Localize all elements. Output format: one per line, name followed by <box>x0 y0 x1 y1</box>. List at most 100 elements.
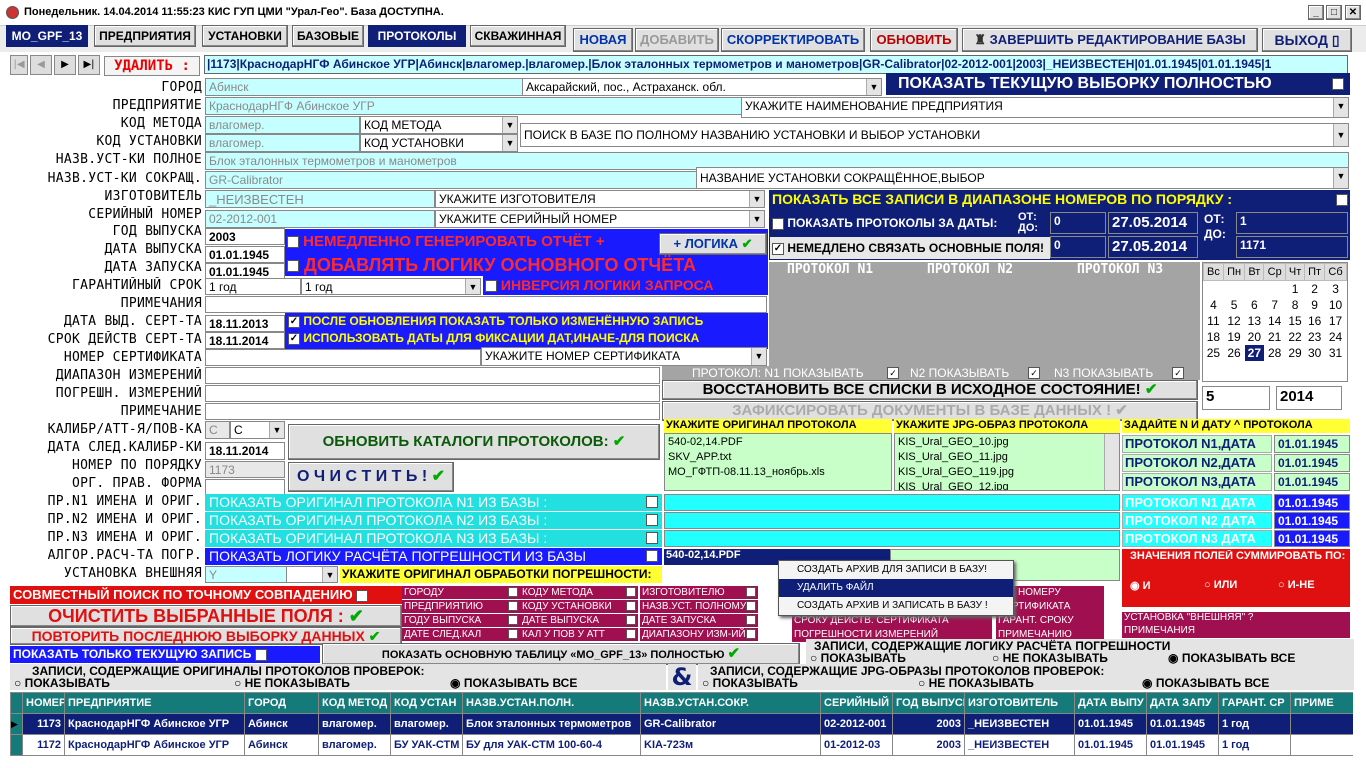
add-logic-option[interactable]: ДОБАВЛЯТЬ ЛОГИКУ ОСНОВНОГО ОТЧЁТА <box>287 255 757 277</box>
org-form-field[interactable] <box>205 479 285 495</box>
record-to-field[interactable]: 1171 <box>1236 236 1348 258</box>
filter-option[interactable]: СРОКУ ДЕЙСТВ. СЕРТИФИКАТА <box>792 614 992 628</box>
sum-and-not-option[interactable]: ○ И-НЕ <box>1278 579 1348 593</box>
jpg-all-option[interactable]: ◉ ПОКАЗЫВАТЬ ВСЕ <box>1142 676 1269 690</box>
show-logic-checkbox[interactable] <box>646 550 658 562</box>
order-no-field[interactable]: 1173 <box>205 461 285 478</box>
table-cell[interactable]: 1 год <box>1218 734 1291 756</box>
protocol-date-field[interactable]: 01.01.1945 <box>1274 435 1350 453</box>
nav-prev-button[interactable]: ◀ <box>30 55 52 75</box>
calendar-day[interactable]: 28 <box>1264 345 1286 361</box>
logic-hide-option[interactable]: ○ НЕ ПОКАЗЫВАТЬ <box>992 651 1108 665</box>
close-button[interactable]: ✕ <box>1345 5 1361 20</box>
table-cell[interactable]: КраснодарНГФ Абинское УГР <box>64 713 245 735</box>
calib-field[interactable]: С <box>205 421 230 439</box>
calendar-day[interactable]: 11 <box>1204 313 1224 329</box>
calendar-day[interactable]: 1 <box>1285 281 1304 297</box>
cert-number-field[interactable] <box>205 349 481 366</box>
calendar-day[interactable] <box>1204 281 1224 297</box>
maker-combo[interactable]: УКАЖИТЕ ИЗГОТОВИТЕЛЯ ▼ <box>435 190 765 208</box>
note2-field[interactable] <box>205 403 660 420</box>
row-selector[interactable]: ▶ <box>10 713 23 735</box>
table-cell[interactable]: КраснодарНГФ Абинское УГР <box>64 734 245 756</box>
tab-installations[interactable]: УСТАНОВКИ <box>202 25 288 47</box>
jpg-hide-option[interactable]: ○ НЕ ПОКАЗЫВАТЬ <box>918 676 1034 690</box>
maker-field[interactable]: _НЕИЗВЕСТЕН <box>205 190 435 208</box>
update-catalogs-button[interactable]: ОБНОВИТЬ КАТАЛОГИ ПРОТОКОЛОВ: ✔ <box>288 424 660 460</box>
sum-and-option[interactable]: ◉ И <box>1130 579 1190 593</box>
filter-checkbox[interactable] <box>746 629 756 639</box>
install-code-combo[interactable]: КОД УСТАНОВКИ ▼ <box>360 134 518 152</box>
calendar-day[interactable]: 18 <box>1204 329 1224 345</box>
date-to-field[interactable]: 27.05.2014 <box>1108 236 1198 258</box>
filter-option[interactable]: ДАТЕ ЗАПУСКА <box>640 614 758 628</box>
link-fields-option[interactable]: ✓ НЕМЕДЛЕНО СВЯЗАТЬ ОСНОВНЫЕ ПОЛЯ! <box>770 237 1050 259</box>
protocols-by-date-option[interactable]: ПОКАЗАТЬ ПРОТОКОЛЫ ЗА ДАТЫ: <box>770 212 1016 234</box>
row-selector[interactable] <box>10 734 23 756</box>
filter-checkbox[interactable] <box>626 615 636 625</box>
external-combo[interactable]: ▼ <box>286 566 338 583</box>
filter-option[interactable]: ДАТЕ ВЫПУСКА <box>520 614 638 628</box>
after-update-option[interactable]: ✓ ПОСЛЕ ОБНОВЛЕНИЯ ПОКАЗАТЬ ТОЛЬКО ИЗМЕН… <box>288 314 768 331</box>
n-to-field[interactable]: 0 <box>1050 236 1106 258</box>
column-header[interactable]: ДАТА ЗАПУ <box>1146 692 1219 714</box>
filter-option[interactable]: ПРИМЕЧАНИЯ <box>1122 625 1350 638</box>
show-orig-n1-checkbox[interactable] <box>646 496 658 508</box>
n2-show-checkbox[interactable]: ✓ <box>1028 367 1040 379</box>
logic-all-option[interactable]: ◉ ПОКАЗЫВАТЬ ВСЕ <box>1168 651 1295 665</box>
table-row[interactable]: ▶ 1173 КраснодарНГФ Абинское УГР Абинск влаг… <box>10 713 1353 735</box>
calendar-day[interactable]: 19 <box>1223 329 1244 345</box>
filter-option[interactable]: КОДУ УСТАНОВКИ <box>520 600 638 614</box>
search-install-combo[interactable]: ПОИСК В БАЗЕ ПО ПОЛНОМУ НАЗВАНИЮ УСТАНОВ… <box>520 123 1349 147</box>
calendar-day[interactable]: 20 <box>1245 329 1264 345</box>
nav-next-button[interactable]: ▶ <box>54 55 76 75</box>
table-cell[interactable]: БУ УАК-СТМ <box>390 734 463 756</box>
install-code-field[interactable]: влагомер. <box>205 134 360 152</box>
calendar-day[interactable]: 13 <box>1245 313 1264 329</box>
calendar-day[interactable]: 8 <box>1285 297 1304 313</box>
release-date-field[interactable]: 01.01.1945 <box>205 246 285 263</box>
calendar-day[interactable]: 17 <box>1325 313 1347 329</box>
orig-file[interactable]: 540-02,14.PDF <box>668 435 888 450</box>
column-header[interactable]: НАЗВ.УСТАН.ПОЛН. <box>462 692 641 714</box>
calendar-day[interactable]: 25 <box>1204 345 1224 361</box>
orig-hide-option[interactable]: ○ НЕ ПОКАЗЫВАТЬ <box>234 676 350 690</box>
menu-create-archive[interactable]: СОЗДАТЬ АРХИВ ДЛЯ ЗАПИСИ В БАЗУ! <box>779 561 1013 579</box>
menu-delete-file[interactable]: УДАЛИТЬ ФАЙЛ <box>779 579 1013 597</box>
nav-last-button[interactable]: ▶| <box>78 55 100 75</box>
jpg-scrollbar[interactable] <box>1104 434 1119 490</box>
short-name-combo[interactable]: НАЗВАНИЕ УСТАНОВКИ СОКРАЩЁННОЕ,ВЫБОР ▼ <box>696 167 1349 189</box>
delete-label[interactable]: УДАЛИТЬ : <box>104 56 200 76</box>
calendar-day[interactable]: 7 <box>1264 297 1286 313</box>
calendar-day[interactable]: 12 <box>1223 313 1244 329</box>
add-button[interactable]: ДОБАВИТЬ <box>635 28 719 52</box>
calendar-day[interactable]: 2 <box>1305 281 1325 297</box>
range-checkbox[interactable] <box>1336 194 1348 206</box>
protocol-date-field[interactable]: 01.01.1945 <box>1274 512 1350 529</box>
city-field[interactable]: Абинск <box>205 78 523 96</box>
filter-option[interactable]: ДИАПАЗОНУ ИЗМ-ИЙ <box>640 628 758 642</box>
calendar-day[interactable]: 3 <box>1325 281 1347 297</box>
table-cell[interactable]: 01.01.1945 <box>1146 713 1219 735</box>
table-cell[interactable]: влагомер. <box>318 713 391 735</box>
column-header[interactable]: ИЗГОТОВИТЕЛЬ <box>964 692 1075 714</box>
tab-mo-gpf-13[interactable]: MO_GPF_13 <box>6 25 88 47</box>
filter-checkbox[interactable] <box>508 615 518 625</box>
refresh-button[interactable]: ОБНОВИТЬ <box>870 28 958 52</box>
table-cell[interactable]: 1172 <box>22 734 65 756</box>
use-dates-checkbox[interactable]: ✓ <box>288 332 300 345</box>
column-header[interactable]: ДАТА ВЫПУ <box>1074 692 1147 714</box>
notes-field[interactable] <box>205 296 767 313</box>
menu-create-and-write[interactable]: СОЗДАТЬ АРХИВ И ЗАПИСАТЬ В БАЗУ ! <box>779 597 1013 615</box>
show-orig-n2[interactable]: ПОКАЗАТЬ ОРИГИНАЛ ПРОТОКОЛА N2 ИЗ БАЗЫ : <box>205 512 662 529</box>
gen-report-option[interactable]: НЕМЕДЛЕННО ГЕНЕРИРОВАТЬ ОТЧЁТ + <box>287 233 657 251</box>
tab-base[interactable]: БАЗОВЫЕ <box>292 25 364 47</box>
calendar-day[interactable]: 29 <box>1285 345 1304 361</box>
joint-search-option[interactable]: СОВМЕСТНЫЙ ПОИСК ПО ТОЧНОМУ СОВПАДЕНИЮ <box>10 586 402 604</box>
calendar-day[interactable]: 16 <box>1305 313 1325 329</box>
column-header[interactable]: СЕРИЙНЫЙ <box>820 692 893 714</box>
orig-n2-cell[interactable] <box>664 512 1120 529</box>
show-current-checkbox[interactable] <box>1332 78 1344 90</box>
jpg-show-option[interactable]: ○ ПОКАЗЫВАТЬ <box>702 676 798 690</box>
calendar-day[interactable]: 10 <box>1325 297 1347 313</box>
